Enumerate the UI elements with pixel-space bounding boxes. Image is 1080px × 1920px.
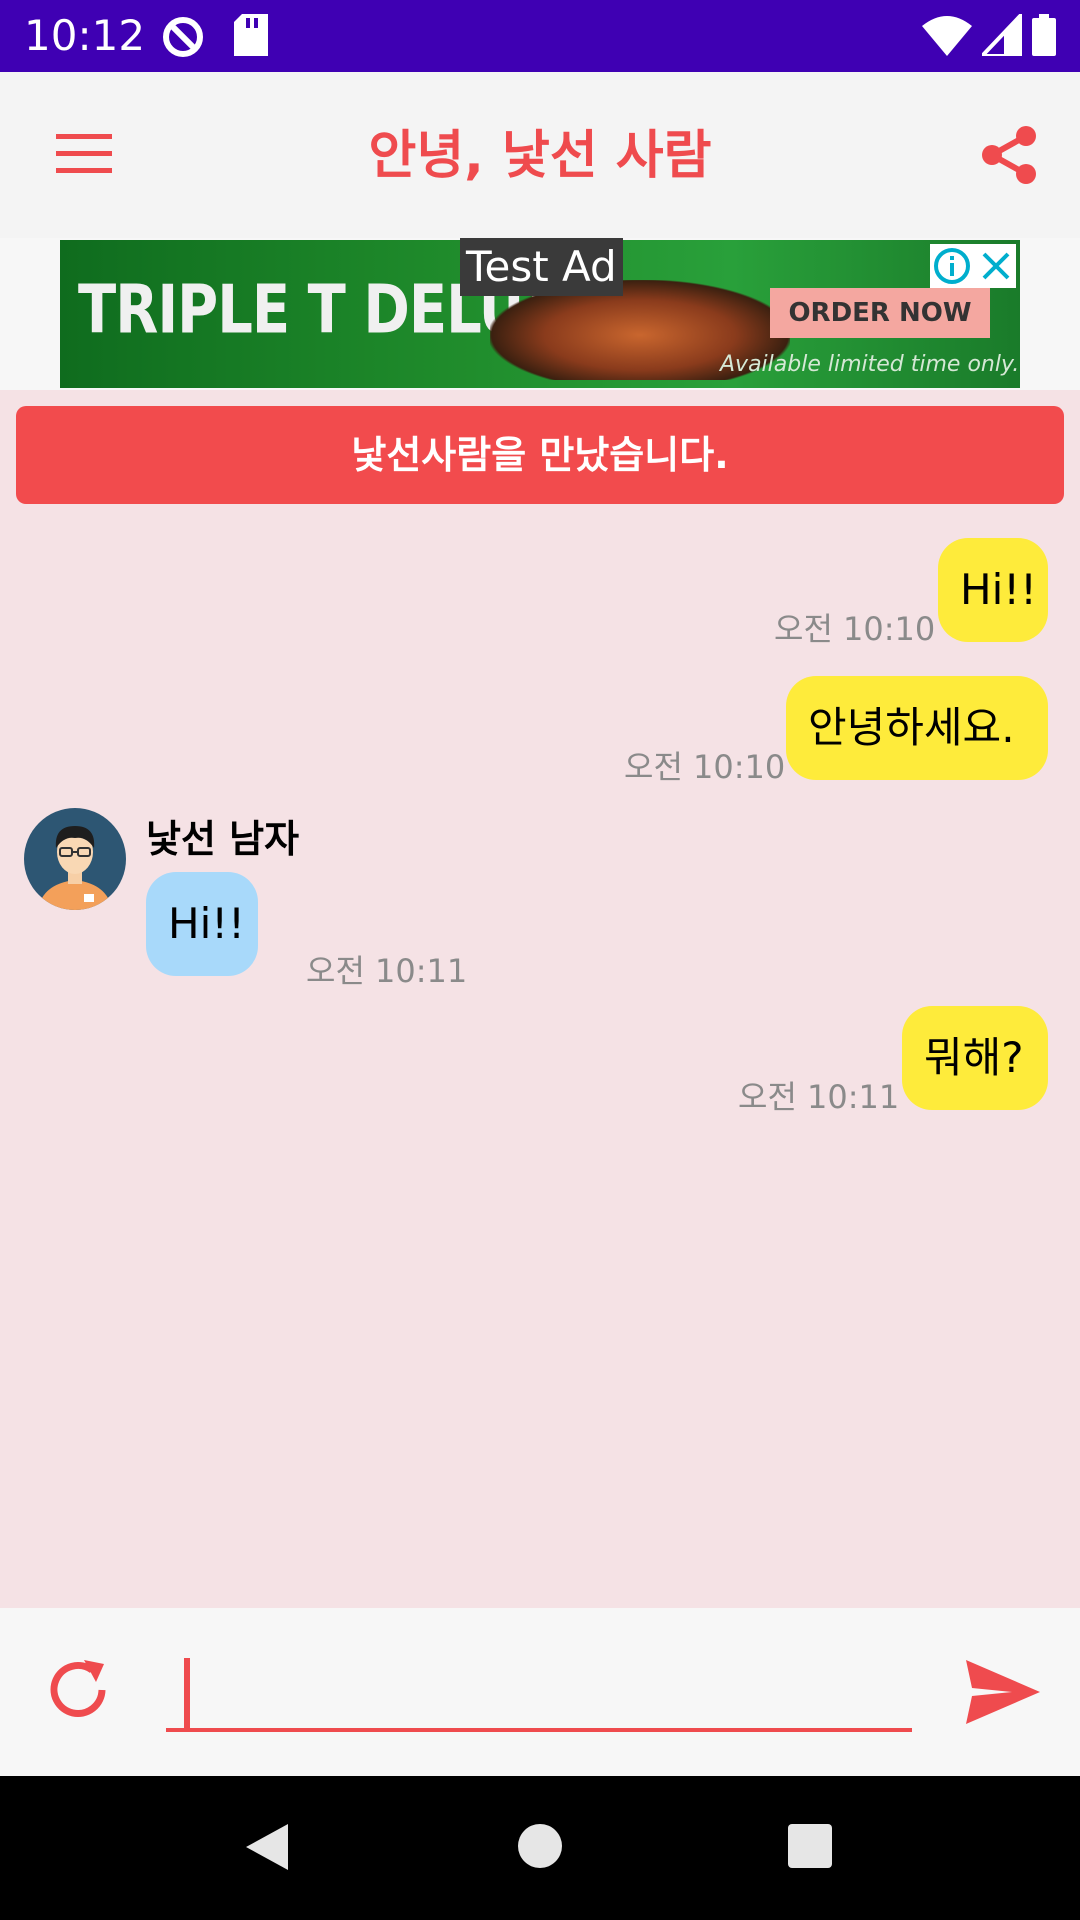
message-time: 오전 10:10 <box>774 610 936 648</box>
status-bar: 10:12 <box>0 0 1080 72</box>
home-icon[interactable] <box>516 1822 564 1870</box>
ad-order-button[interactable]: ORDER NOW <box>770 288 990 338</box>
refresh-icon[interactable] <box>44 1656 112 1724</box>
back-icon[interactable] <box>242 1822 292 1872</box>
app-title: 안녕, 낯선 사람 <box>368 126 712 186</box>
sender-name: 낯선 남자 <box>146 817 300 861</box>
cell-signal-icon <box>982 14 1022 56</box>
status-time: 10:12 <box>24 11 146 60</box>
app-bar: 안녕, 낯선 사람 <box>0 72 1080 238</box>
ad-test-label: Test Ad <box>460 238 623 296</box>
message-time: 오전 10:10 <box>624 748 786 786</box>
battery-icon <box>1032 14 1056 56</box>
data-saver-icon <box>163 17 203 57</box>
message-time: 오전 10:11 <box>306 952 468 990</box>
message-input[interactable] <box>166 1652 912 1732</box>
my-message-bubble[interactable]: Hi!! <box>938 538 1048 642</box>
send-icon[interactable] <box>966 1660 1040 1724</box>
wifi-icon <box>922 16 972 56</box>
stranger-avatar[interactable] <box>24 808 126 910</box>
ad-area: TRIPLE T DELUXE ORDER NOW Available limi… <box>0 238 1080 390</box>
ad-close-icon[interactable] <box>976 244 1016 288</box>
ad-info-icon[interactable] <box>930 244 974 288</box>
match-notice: 낯선사람을 만났습니다. <box>16 406 1064 504</box>
ad-fine-print: Available limited time only. <box>720 352 1020 377</box>
message-time: 오전 10:11 <box>738 1078 900 1116</box>
share-icon[interactable] <box>978 124 1040 186</box>
my-message-bubble[interactable]: 안녕하세요. <box>786 676 1048 780</box>
recents-icon[interactable] <box>786 1822 834 1870</box>
sd-card-icon <box>234 14 268 56</box>
my-message-bubble[interactable]: 뭐해? <box>902 1006 1048 1110</box>
ad-choices[interactable] <box>930 244 1016 288</box>
their-message-bubble[interactable]: Hi!! <box>146 872 258 976</box>
text-cursor <box>184 1658 190 1728</box>
navigation-bar <box>0 1776 1080 1920</box>
avatar-man-icon <box>38 826 112 910</box>
message-input-bar <box>0 1608 1080 1776</box>
